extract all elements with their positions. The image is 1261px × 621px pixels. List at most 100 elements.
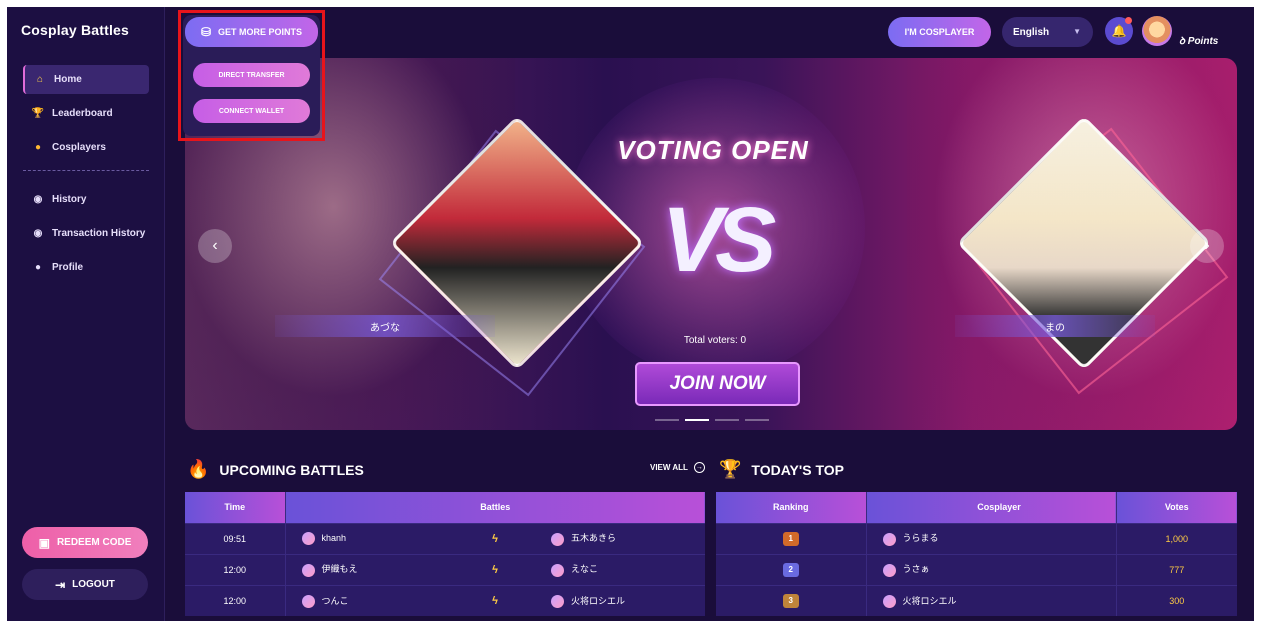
connect-wallet-button[interactable]: CONNECT WALLET	[193, 99, 310, 123]
sidebar-item-label: Cosplayers	[52, 142, 106, 153]
chevron-left-icon: ‹	[212, 237, 218, 254]
player-name: 火将ロシエル	[571, 595, 626, 606]
total-voters: Total voters: 0	[683, 335, 747, 346]
carousel-dot-active[interactable]	[685, 419, 709, 421]
avatar	[882, 594, 896, 608]
arrow-right-circle-icon: →	[693, 462, 705, 473]
battle-time: 12:00	[185, 584, 286, 616]
upcoming-battles-header: 🔥 UPCOMING BATTLES	[187, 459, 364, 480]
sidebar-item-label: Leaderboard	[52, 108, 113, 119]
carousel-next-button[interactable]: ›	[1190, 229, 1224, 263]
carousel-dot[interactable]	[745, 419, 769, 421]
sidebar-item-cosplayers[interactable]: ● Cosplayers	[23, 133, 149, 162]
votes-cell: 1,000	[1116, 522, 1237, 554]
sidebar-item-label: Profile	[52, 262, 84, 273]
table-row[interactable]: 12:00 つんこ ϟ 火将ロシエル	[185, 584, 705, 616]
cosplayer-name: うさぁ	[902, 564, 930, 575]
votes-cell: 300	[1116, 584, 1237, 616]
get-more-points-button[interactable]: ⛁ GET MORE POINTS	[185, 17, 318, 47]
vs-icon: ϟ	[455, 553, 535, 585]
sidebar-item-home[interactable]: ⌂ Home	[23, 65, 149, 94]
left-cosplayer-name: あづな	[275, 315, 495, 337]
redeem-code-button[interactable]: ▣ REDEEM CODE	[22, 527, 148, 558]
battle-player-1: khanh	[285, 522, 455, 554]
sidebar-item-transaction-history[interactable]: ◉ Transaction History	[23, 219, 149, 248]
bell-icon: 🔔	[1111, 24, 1127, 38]
right-cosplayer-name: まの	[955, 315, 1155, 337]
sidebar-item-leaderboard[interactable]: 🏆 Leaderboard	[23, 99, 149, 128]
player-name: つんこ	[321, 595, 349, 606]
table-row[interactable]: 12:00 伊織もえ ϟ えなこ	[185, 553, 705, 585]
notification-badge	[1125, 17, 1132, 24]
carousel-dot[interactable]	[655, 419, 679, 421]
battle-player-2: 五木あきら	[535, 522, 705, 554]
rank-badge-icon: 1	[782, 531, 799, 546]
rank-badge-icon: 3	[782, 593, 799, 608]
carousel-dot[interactable]	[715, 419, 739, 421]
cosplayer-cell: 火将ロシエル	[866, 584, 1117, 616]
player-name: 五木あきら	[571, 533, 617, 544]
chevron-right-icon: ›	[1204, 237, 1210, 254]
carousel-indicators	[655, 419, 775, 421]
battle-time: 12:00	[185, 553, 286, 585]
avatar	[551, 563, 564, 577]
logout-button[interactable]: ⇥ LOGOUT	[22, 569, 148, 600]
language-select[interactable]: English ▼	[1002, 17, 1093, 47]
cosplayers-icon: ●	[34, 142, 42, 153]
view-all-label: VIEW ALL	[650, 463, 688, 472]
cosplayer-cell: うさぁ	[866, 553, 1117, 585]
direct-transfer-button[interactable]: DIRECT TRANSFER	[193, 63, 310, 87]
voting-banner: VOTING OPEN VS あづな まの Total voters: 0 JO…	[185, 58, 1237, 430]
table-row[interactable]: 09:51 khanh ϟ 五木あきら	[185, 522, 705, 554]
home-icon: ⌂	[36, 74, 44, 85]
battle-player-1: つんこ	[285, 584, 455, 616]
avatar	[301, 532, 315, 545]
table-row[interactable]: 2 うさぁ 777	[716, 553, 1237, 585]
join-now-button[interactable]: JOIN NOW	[635, 362, 800, 406]
upcoming-battles-table: Time Battles 09:51 khanh ϟ 五木あきら 12:00 伊…	[185, 492, 705, 616]
sidebar-divider	[23, 170, 149, 171]
todays-top-table: Ranking Cosplayer Votes 1 うらまる 1,000 2 う…	[716, 492, 1237, 616]
table-row[interactable]: 3 火将ロシエル 300	[716, 584, 1237, 616]
cosplayer-name: うらまる	[902, 533, 939, 544]
avatar	[301, 594, 315, 608]
redeem-code-label: REDEEM CODE	[56, 537, 132, 548]
player-name: khanh	[321, 532, 347, 543]
im-cosplayer-button[interactable]: I'M COSPLAYER	[888, 17, 991, 47]
column-header-cosplayer: Cosplayer	[866, 492, 1117, 523]
profile-icon: ●	[34, 262, 42, 273]
avatar	[301, 563, 315, 577]
avatar[interactable]	[1142, 16, 1172, 46]
upcoming-battles-title: UPCOMING BATTLES	[219, 461, 364, 478]
voting-open-title: VOTING OPEN	[617, 135, 809, 165]
sidebar-item-label: History	[52, 194, 87, 205]
sidebar-item-history[interactable]: ◉ History	[23, 185, 149, 214]
avatar	[882, 532, 896, 546]
sidebar-item-label: Transaction History	[52, 228, 146, 239]
table-header-row: Ranking Cosplayer Votes	[716, 492, 1237, 523]
view-all-link[interactable]: VIEW ALL →	[650, 462, 705, 473]
sidebar-item-label: Home	[54, 74, 82, 85]
table-row[interactable]: 1 うらまる 1,000	[716, 522, 1237, 554]
points-balance[interactable]: ꝺ Points	[1179, 33, 1218, 47]
sidebar-nav: ⌂ Home 🏆 Leaderboard ● Cosplayers ◉ Hist…	[7, 65, 165, 287]
player-name: えなこ	[571, 564, 599, 575]
todays-top-title: TODAY'S TOP	[751, 461, 844, 478]
carousel-prev-button[interactable]: ‹	[198, 229, 232, 263]
trophy-icon: 🏆	[31, 108, 45, 119]
battle-time: 09:51	[185, 522, 286, 554]
trophy-icon: 🏆	[719, 459, 742, 479]
sidebar-item-profile[interactable]: ● Profile	[23, 253, 149, 282]
battle-player-2: えなこ	[535, 553, 705, 585]
history-icon: ◉	[33, 194, 43, 205]
battle-player-1: 伊織もえ	[285, 553, 455, 585]
avatar	[882, 563, 896, 577]
vs-icon: ϟ	[455, 584, 535, 616]
column-header-ranking: Ranking	[716, 492, 867, 523]
brand-logo[interactable]: Cosplay Battles	[21, 22, 129, 38]
rank-cell: 3	[716, 584, 867, 616]
votes-cell: 777	[1116, 553, 1237, 585]
todays-top-header: 🏆 TODAY'S TOP	[719, 459, 844, 480]
rank-cell: 1	[716, 522, 867, 554]
gift-icon: ▣	[38, 535, 50, 550]
